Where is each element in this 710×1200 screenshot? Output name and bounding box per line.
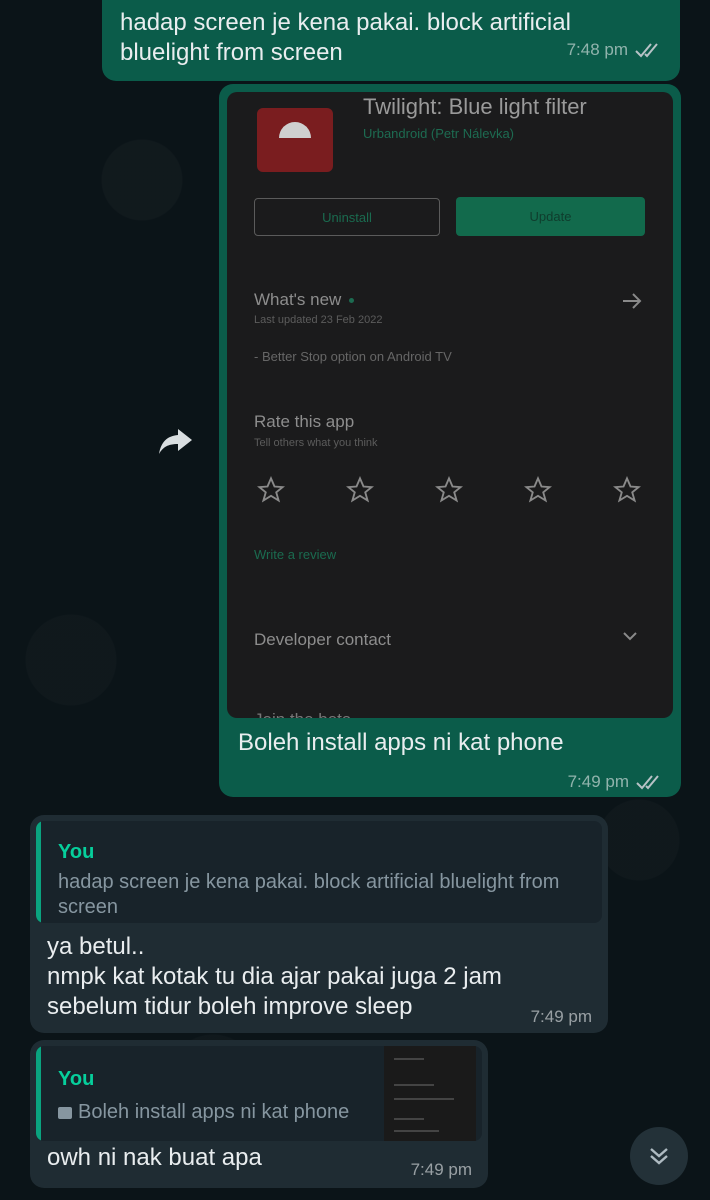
message-line: nmpk kat kotak tu dia ajar pakai juga 2 …: [47, 963, 502, 990]
rate-heading: Rate this app: [254, 412, 355, 431]
rate-subtitle: Tell others what you think: [254, 437, 378, 449]
message-time: 7:49 pm: [530, 1007, 592, 1026]
quoted-message[interactable]: You Boleh install apps ni kat phone: [36, 1046, 482, 1141]
quote-text: hadap screen je kena pakai. block artifi…: [58, 871, 560, 918]
scroll-down-icon: [650, 1148, 668, 1165]
double-check-icon: [636, 775, 659, 790]
forward-icon[interactable]: [158, 427, 194, 455]
uninstall-button: Uninstall: [254, 198, 440, 236]
image-icon: [58, 1107, 72, 1119]
star-icon: [257, 476, 285, 503]
app-title: Twilight: Blue light filter: [363, 94, 587, 119]
update-button: Update: [456, 197, 645, 236]
quote-text: Boleh install apps ni kat phone: [78, 1101, 350, 1123]
message-text: owh ni nak buat apa: [47, 1144, 262, 1171]
message-line: sebelum tidur boleh improve sleep: [47, 993, 413, 1020]
shared-screenshot[interactable]: Twilight: Blue light filter Urbandroid (…: [227, 92, 673, 718]
message-time: 7:49 pm: [567, 772, 629, 791]
star-icon: [346, 476, 374, 503]
message-line: ya betul..: [47, 933, 145, 960]
message-time: 7:48 pm: [566, 40, 628, 59]
quoted-message[interactable]: You hadap screen je kena pakai. block ar…: [36, 821, 602, 923]
quote-thumbnail: [384, 1046, 476, 1141]
app-developer: Urbandroid (Petr Nálevka): [363, 126, 515, 141]
message-text: hadap screen je kena pakai. block artifi…: [120, 9, 571, 66]
quote-author: You: [58, 1068, 95, 1090]
developer-contact-heading: Developer contact: [254, 630, 392, 649]
scroll-to-bottom-button[interactable]: [630, 1127, 688, 1185]
incoming-message[interactable]: You Boleh install apps ni kat phone owh …: [30, 1040, 488, 1188]
arrow-right-icon: [623, 293, 642, 309]
message-time: 7:49 pm: [410, 1160, 472, 1179]
image-caption: Boleh install apps ni kat phone: [238, 729, 564, 756]
write-review-link: Write a review: [254, 547, 337, 562]
quote-author: You: [58, 841, 95, 863]
star-icon: [613, 476, 641, 503]
whats-new-heading: What's new: [254, 290, 355, 310]
chevron-down-icon: [623, 632, 637, 641]
outgoing-image-message[interactable]: Twilight: Blue light filter Urbandroid (…: [219, 84, 681, 797]
app-icon: [257, 108, 333, 172]
incoming-message[interactable]: You hadap screen je kena pakai. block ar…: [30, 815, 608, 1033]
star-icon: [524, 476, 552, 503]
double-check-icon: [635, 43, 658, 58]
message-text: ya betul.. nmpk kat kotak tu dia ajar pa…: [47, 932, 527, 1022]
update-note: - Better Stop option on Android TV: [254, 349, 452, 364]
outgoing-message[interactable]: hadap screen je kena pakai. block artifi…: [102, 0, 680, 81]
join-beta-text: Join the beta: [254, 710, 351, 718]
star-icon: [435, 476, 463, 503]
quote-text-row: Boleh install apps ni kat phone: [58, 1100, 349, 1125]
last-updated: Last updated 23 Feb 2022: [254, 314, 383, 326]
